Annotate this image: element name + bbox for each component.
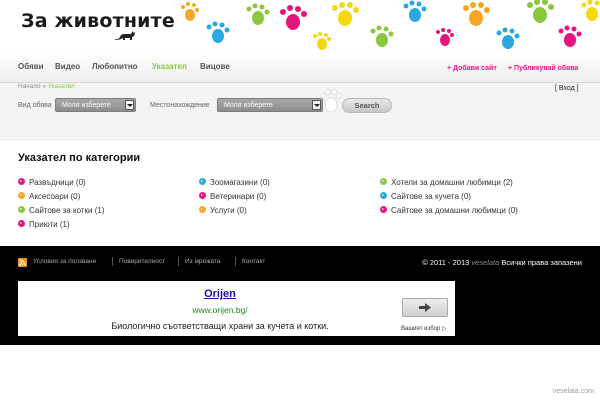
paw-print-icon <box>496 27 520 49</box>
nav-item-curious[interactable]: Любопитно <box>92 62 138 71</box>
location-value: Моля изберете <box>224 102 273 109</box>
paw-print-icon <box>581 0 600 21</box>
footer-link-privacy[interactable]: Поверителност <box>119 258 165 265</box>
paw-print-icon <box>558 25 582 47</box>
bullet-arrow-icon <box>380 206 387 214</box>
breadcrumb-separator: » <box>40 83 48 90</box>
category-label: Ветеринари (0) <box>210 192 267 201</box>
paw-print-icon <box>246 3 270 25</box>
category-label: Услуги (0) <box>210 206 247 215</box>
paw-print-icon <box>403 0 427 22</box>
category-link[interactable]: Приюти (1) <box>18 220 70 230</box>
site-logo[interactable]: За животните <box>21 10 175 32</box>
section-title: Указател по категории <box>18 152 141 164</box>
bullet-arrow-icon <box>380 178 387 186</box>
bullet-arrow-icon <box>18 206 25 214</box>
ad-title[interactable]: Orijen <box>18 288 422 300</box>
paw-print-icon <box>463 2 490 26</box>
bullet-arrow-icon <box>18 178 25 186</box>
category-label: Приюти (1) <box>29 220 70 229</box>
ad-type-value: Моля изберете <box>62 102 111 109</box>
nav-item-video[interactable]: Видео <box>55 62 80 71</box>
nav-item-ads[interactable]: Обяви <box>18 62 44 71</box>
paw-print-icon <box>280 5 307 30</box>
location-label: Местонахождение <box>150 102 210 109</box>
footer-divider <box>112 257 113 266</box>
category-link[interactable]: Хотели за домашни любимци (2) <box>380 178 513 188</box>
category-link[interactable]: Услуги (0) <box>199 206 247 216</box>
bullet-arrow-icon <box>18 192 25 200</box>
nav-item-directory[interactable]: Указател <box>152 62 187 71</box>
add-site-link[interactable]: + Добави сайт <box>447 65 497 72</box>
bullet-arrow-icon <box>18 220 25 228</box>
ad-type-label: Вид обява <box>18 102 52 109</box>
paw-print-icon <box>527 0 554 23</box>
login-link[interactable]: [ Вход ] <box>555 85 579 92</box>
ad-description: Биологично съответстващи храни за кучета… <box>111 321 329 331</box>
bullet-arrow-icon <box>380 192 387 200</box>
paw-print-icon <box>206 21 230 43</box>
category-label: Зоомагазини (0) <box>210 178 270 187</box>
footer-divider <box>235 257 236 266</box>
category-link[interactable]: Сайтове за котки (1) <box>18 206 104 216</box>
location-select[interactable]: Моля изберете <box>217 98 323 112</box>
copyright-brand: veselata <box>471 258 500 267</box>
bullet-arrow-icon <box>199 206 206 214</box>
copyright-rights: Всички права запазени <box>501 258 582 267</box>
rss-icon[interactable] <box>18 258 27 267</box>
dropdown-arrow-icon <box>125 100 134 110</box>
category-link[interactable]: Сайтове за кучета (0) <box>380 192 471 202</box>
bullet-arrow-icon <box>199 192 206 200</box>
arrow-right-icon <box>419 303 431 312</box>
header: За животните <box>0 0 600 52</box>
category-label: Сайтове за домашни любимци (0) <box>391 206 518 215</box>
publish-ad-link[interactable]: + Публикувай обява <box>508 65 578 72</box>
footer-link-contact[interactable]: Контакт <box>242 258 265 265</box>
category-link[interactable]: Развъдници (0) <box>18 178 86 188</box>
category-link[interactable]: Аксесоари (0) <box>18 192 80 202</box>
footer-link-terms[interactable]: Условия за ползване <box>33 258 96 265</box>
category-label: Сайтове за котки (1) <box>29 206 105 215</box>
footer-link-network[interactable]: Из мрежата <box>185 258 220 265</box>
cat-silhouette-icon <box>115 31 135 40</box>
paw-print-icon <box>370 25 394 47</box>
ad-type-select[interactable]: Моля изберете <box>55 98 136 112</box>
paw-print-icon <box>181 2 199 21</box>
category-label: Аксесоари (0) <box>29 192 81 201</box>
search-button[interactable]: Search <box>342 98 392 113</box>
category-label: Сайтове за кучета (0) <box>391 192 471 201</box>
category-link[interactable]: Сайтове за домашни любимци (0) <box>380 206 518 216</box>
paw-print-icon <box>313 32 331 50</box>
category-label: Хотели за домашни любимци (2) <box>391 178 513 187</box>
breadcrumb: Начало » Указател <box>18 83 75 90</box>
paw-print-icon <box>436 28 454 46</box>
main-nav: Обяви Видео Любопитно Указател Вицове + … <box>0 52 600 83</box>
breadcrumb-home[interactable]: Начало <box>18 83 41 90</box>
category-link[interactable]: Зоомагазини (0) <box>199 178 270 188</box>
category-link[interactable]: Ветеринари (0) <box>199 192 266 202</box>
copyright: © 2011 - 2013 veselata Всички права запа… <box>422 258 582 267</box>
watermark: veselata.com <box>552 388 594 395</box>
paw-print-icon <box>320 89 342 113</box>
paw-print-icon <box>332 2 359 26</box>
nav-item-jokes[interactable]: Вицове <box>200 62 230 71</box>
category-label: Развъдници (0) <box>29 178 86 187</box>
footer-divider <box>178 257 179 266</box>
ad-banner[interactable]: Orijen www.orijen.bg/ Биологично съответ… <box>18 281 455 336</box>
ad-arrow-button[interactable] <box>402 298 448 317</box>
copyright-years: © 2011 - 2013 <box>422 258 470 267</box>
ad-choices-link[interactable]: Вашият избор ▷ <box>401 325 447 332</box>
breadcrumb-current: Указател <box>47 83 75 90</box>
ad-url[interactable]: www.orijen.bg/ <box>18 305 422 315</box>
bullet-arrow-icon <box>199 178 206 186</box>
